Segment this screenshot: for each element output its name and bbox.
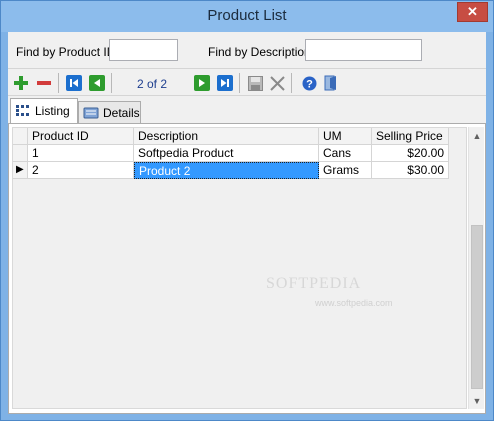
client-area: Find by Product ID Find by Description 2… xyxy=(8,32,486,414)
exit-icon xyxy=(324,75,336,91)
toolbar-separator xyxy=(291,73,292,93)
cell-selling-price[interactable]: $20.00 xyxy=(372,145,449,162)
plus-icon xyxy=(14,76,28,90)
row-selector-header xyxy=(13,128,28,145)
cancel-icon xyxy=(269,75,285,91)
previous-record-button[interactable] xyxy=(88,74,106,92)
scroll-down-icon[interactable]: ▼ xyxy=(469,392,485,409)
next-record-button[interactable] xyxy=(193,74,211,92)
grid-icon xyxy=(15,104,31,118)
exit-button[interactable] xyxy=(322,74,340,92)
close-icon: ✕ xyxy=(467,4,478,19)
cell-selling-price[interactable]: $30.00 xyxy=(372,162,449,179)
watermark-logo: SOFTPEDIA xyxy=(266,275,362,292)
add-record-button[interactable] xyxy=(12,74,30,92)
tab-listing[interactable]: Listing xyxy=(10,98,78,123)
details-icon xyxy=(83,106,99,120)
toolbar-separator xyxy=(239,73,240,93)
last-icon xyxy=(217,75,233,91)
save-icon xyxy=(247,75,263,91)
first-record-button[interactable] xyxy=(65,74,83,92)
tab-strip: Listing Details xyxy=(8,98,486,124)
title-bar[interactable]: Product List ✕ xyxy=(1,1,493,32)
find-product-id-input[interactable] xyxy=(109,39,178,61)
tab-details[interactable]: Details xyxy=(78,101,141,123)
svg-text:?: ? xyxy=(306,78,313,90)
page-indicator: 2 of 2 xyxy=(136,77,168,91)
listing-panel: Product ID Description UM Selling Price … xyxy=(8,123,486,414)
column-header-description[interactable]: Description xyxy=(134,128,319,145)
current-row-marker[interactable]: ▶ xyxy=(13,162,28,179)
delete-record-button[interactable] xyxy=(35,74,53,92)
cell-description[interactable]: Softpedia Product xyxy=(134,145,319,162)
cell-um[interactable]: Cans xyxy=(319,145,372,162)
tab-details-label: Details xyxy=(103,105,140,120)
help-button[interactable]: ? xyxy=(300,74,318,92)
help-icon: ? xyxy=(302,76,316,90)
column-header-product-id[interactable]: Product ID xyxy=(28,128,134,145)
toolbar-separator xyxy=(111,73,112,93)
cell-description-selected[interactable]: Product 2 xyxy=(134,162,319,179)
find-product-id-label: Find by Product ID xyxy=(16,45,116,59)
find-description-label: Find by Description xyxy=(208,45,311,59)
scroll-up-icon[interactable]: ▲ xyxy=(469,127,485,144)
previous-icon xyxy=(89,75,105,91)
app-window: Product List ✕ Find by Product ID Find b… xyxy=(0,0,494,421)
vertical-scrollbar[interactable]: ▲ ▼ xyxy=(468,127,484,409)
tab-listing-label: Listing xyxy=(35,104,70,118)
find-description-input[interactable] xyxy=(305,39,422,61)
close-button[interactable]: ✕ xyxy=(457,2,488,22)
toolbar-separator xyxy=(58,73,59,93)
cell-product-id[interactable]: 1 xyxy=(28,145,134,162)
product-grid[interactable]: Product ID Description UM Selling Price … xyxy=(12,127,467,409)
save-record-button[interactable] xyxy=(246,74,264,92)
cancel-edit-button[interactable] xyxy=(268,74,286,92)
find-bar: Find by Product ID Find by Description xyxy=(8,32,486,69)
row-selector[interactable] xyxy=(13,145,28,162)
first-icon xyxy=(66,75,82,91)
navigation-toolbar: 2 of 2 ? xyxy=(8,68,486,96)
window-title: Product List xyxy=(207,7,287,24)
minus-icon xyxy=(37,81,51,85)
column-header-selling-price[interactable]: Selling Price xyxy=(372,128,449,145)
watermark-url: www.softpedia.com xyxy=(315,298,393,308)
last-record-button[interactable] xyxy=(216,74,234,92)
scrollbar-thumb[interactable] xyxy=(471,225,483,389)
column-header-um[interactable]: UM xyxy=(319,128,372,145)
next-icon xyxy=(194,75,210,91)
cell-um[interactable]: Grams xyxy=(319,162,372,179)
cell-product-id[interactable]: 2 xyxy=(28,162,134,179)
